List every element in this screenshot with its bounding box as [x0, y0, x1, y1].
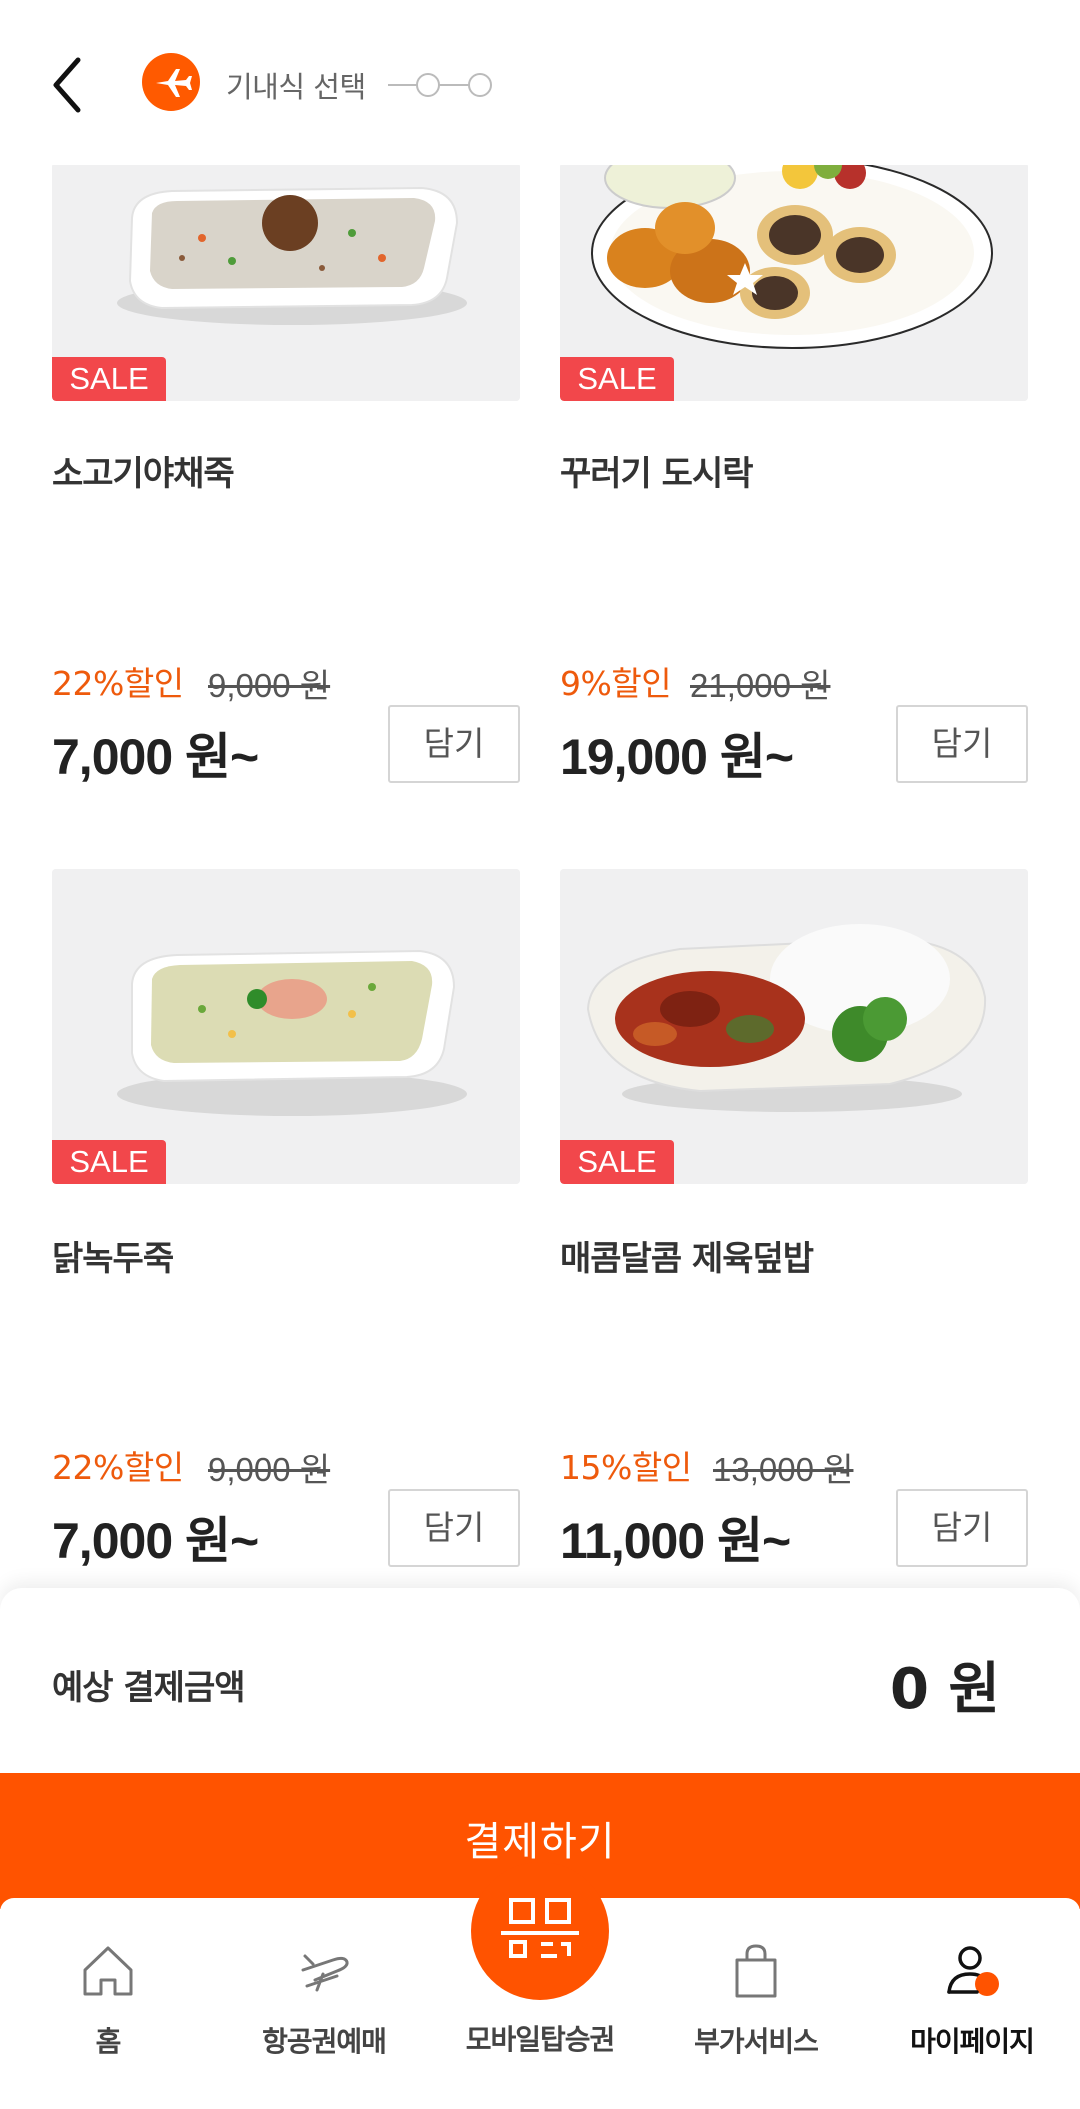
estimated-total-amount: 0 원 — [890, 1657, 1000, 1722]
back-button[interactable] — [48, 55, 88, 115]
original-price: 21,000 원 — [690, 667, 831, 704]
product-image-kids-lunchbox[interactable]: SALE — [560, 163, 1028, 401]
sale-price: 11,000 원~ — [560, 1513, 791, 1569]
discount-rate: 22%할인 — [52, 664, 184, 703]
sale-badge: SALE — [560, 1140, 674, 1184]
nav-label: 항공권예매 — [262, 2025, 387, 2058]
product-name[interactable]: 닭녹두죽 — [52, 1231, 174, 1280]
nav-item-extra-services[interactable]: 부가서비스 — [648, 1940, 864, 2060]
discount-rate: 9%할인 — [560, 664, 672, 703]
nav-item-my-page[interactable]: 마이페이지 — [864, 1940, 1080, 2060]
nav-item-home[interactable]: 홈 — [0, 1940, 216, 2060]
nav-item-boarding-pass-label[interactable]: 모바일탑승권 — [432, 2018, 648, 2058]
product-image-chicken-porridge[interactable]: SALE — [52, 869, 520, 1184]
product-image-beef-porridge[interactable]: SALE — [52, 163, 520, 401]
payment-summary: 예상 결제금액 0 원 — [0, 1588, 1080, 1774]
sale-price: 7,000 원~ — [52, 729, 259, 785]
shopping-bag-icon — [735, 1944, 777, 1998]
product-name[interactable]: 매콤달콤 제육덮밥 — [560, 1231, 814, 1280]
nav-label: 부가서비스 — [694, 2025, 819, 2058]
product-name[interactable]: 소고기야채죽 — [52, 446, 235, 495]
original-price: 13,000 원 — [713, 1451, 854, 1488]
discount-rate: 15%할인 — [560, 1448, 692, 1487]
product-name[interactable]: 꾸러기 도시락 — [560, 446, 754, 495]
estimated-total-label: 예상 결제금액 — [52, 1668, 246, 1708]
add-to-cart-button[interactable]: 담기 — [388, 705, 520, 783]
nav-item-flight-booking[interactable]: 항공권예매 — [216, 1940, 432, 2060]
home-icon — [83, 1946, 133, 1996]
original-price: 9,000 원 — [208, 667, 331, 704]
product-image-spicy-pork-rice[interactable]: SALE — [560, 869, 1028, 1184]
nav-label: 마이페이지 — [910, 2025, 1035, 2058]
plane-ticket-icon — [301, 1954, 349, 1992]
header: 기내식 선택 — [0, 0, 1080, 165]
original-price: 9,000 원 — [208, 1451, 331, 1488]
add-to-cart-button[interactable]: 담기 — [896, 705, 1028, 783]
add-to-cart-button[interactable]: 담기 — [388, 1489, 520, 1567]
sale-price: 7,000 원~ — [52, 1513, 259, 1569]
sale-badge: SALE — [52, 357, 166, 401]
nav-label: 홈 — [95, 2025, 122, 2058]
sale-badge: SALE — [560, 357, 674, 401]
page-title: 기내식 선택 — [226, 70, 366, 104]
qr-code-icon — [501, 1898, 579, 1958]
plane-icon — [142, 53, 200, 111]
step-indicator — [388, 73, 492, 97]
sale-price: 19,000 원~ — [560, 729, 794, 785]
discount-rate: 22%할인 — [52, 1448, 184, 1487]
sale-badge: SALE — [52, 1140, 166, 1184]
chevron-left-icon — [53, 57, 81, 113]
mobile-boarding-pass-button[interactable] — [471, 1862, 609, 2000]
add-to-cart-button[interactable]: 담기 — [896, 1489, 1028, 1567]
user-icon — [947, 1946, 999, 1996]
